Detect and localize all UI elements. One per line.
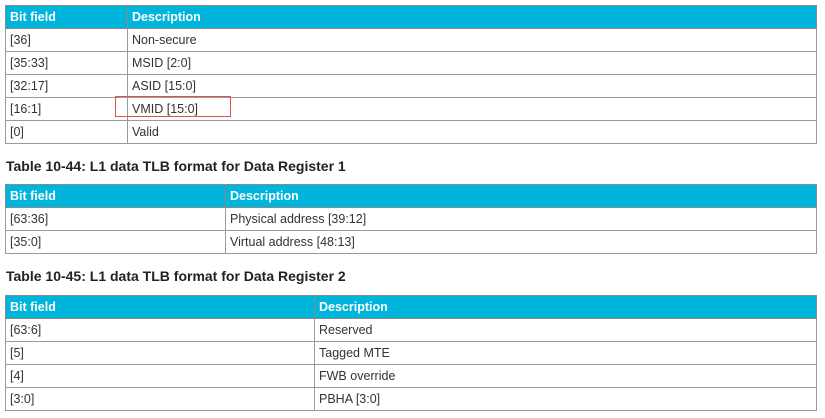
bit-field-cell: [3:0]: [5, 387, 315, 411]
header-bit-field: Bit field: [5, 5, 128, 29]
description-cell: Reserved: [314, 318, 817, 342]
bit-field-cell: [35:33]: [5, 51, 128, 75]
bit-field-cell: [4]: [5, 364, 315, 388]
table-row: [4] FWB override: [5, 364, 817, 388]
description-cell: Virtual address [48:13]: [225, 230, 817, 254]
table-row: [35:33] MSID [2:0]: [5, 51, 817, 75]
table-header-row: Bit field Description: [5, 5, 817, 29]
table-10-45-caption: Table 10-45: L1 data TLB format for Data…: [6, 268, 346, 284]
description-cell: PBHA [3:0]: [314, 387, 817, 411]
bit-field-cell: [0]: [5, 120, 128, 144]
description-cell: FWB override: [314, 364, 817, 388]
header-description: Description: [127, 5, 817, 29]
bit-field-cell: [32:17]: [5, 74, 128, 98]
bit-field-cell: [16:1]: [5, 97, 128, 121]
table-row: [32:17] ASID [15:0]: [5, 74, 817, 98]
table-row: [36] Non-secure: [5, 28, 817, 52]
header-description: Description: [225, 184, 817, 208]
description-cell: Tagged MTE: [314, 341, 817, 365]
description-cell: Physical address [39:12]: [225, 207, 817, 231]
description-cell: ASID [15:0]: [127, 74, 817, 98]
bit-field-cell: [63:6]: [5, 318, 315, 342]
vmid-highlight-box: [115, 96, 231, 117]
table-row: [0] Valid: [5, 120, 817, 144]
data-register1-table: Bit field Description [63:36] Physical a…: [5, 184, 817, 254]
header-description: Description: [314, 295, 817, 319]
description-cell: MSID [2:0]: [127, 51, 817, 75]
data-register2-table: Bit field Description [63:6] Reserved [5…: [5, 295, 817, 411]
description-cell: Non-secure: [127, 28, 817, 52]
table-row: [63:36] Physical address [39:12]: [5, 207, 817, 231]
description-cell: Valid: [127, 120, 817, 144]
table-row: [5] Tagged MTE: [5, 341, 817, 365]
table-10-44-caption: Table 10-44: L1 data TLB format for Data…: [6, 158, 346, 174]
table-row: [63:6] Reserved: [5, 318, 817, 342]
bit-field-cell: [5]: [5, 341, 315, 365]
bit-field-cell: [36]: [5, 28, 128, 52]
header-bit-field: Bit field: [5, 295, 315, 319]
bit-field-cell: [35:0]: [5, 230, 226, 254]
table-header-row: Bit field Description: [5, 184, 817, 208]
register0-table: Bit field Description [36] Non-secure [3…: [5, 5, 817, 144]
table-row: [35:0] Virtual address [48:13]: [5, 230, 817, 254]
header-bit-field: Bit field: [5, 184, 226, 208]
table-header-row: Bit field Description: [5, 295, 817, 319]
document-page: Bit field Description [36] Non-secure [3…: [0, 0, 825, 418]
table-row: [3:0] PBHA [3:0]: [5, 387, 817, 411]
bit-field-cell: [63:36]: [5, 207, 226, 231]
